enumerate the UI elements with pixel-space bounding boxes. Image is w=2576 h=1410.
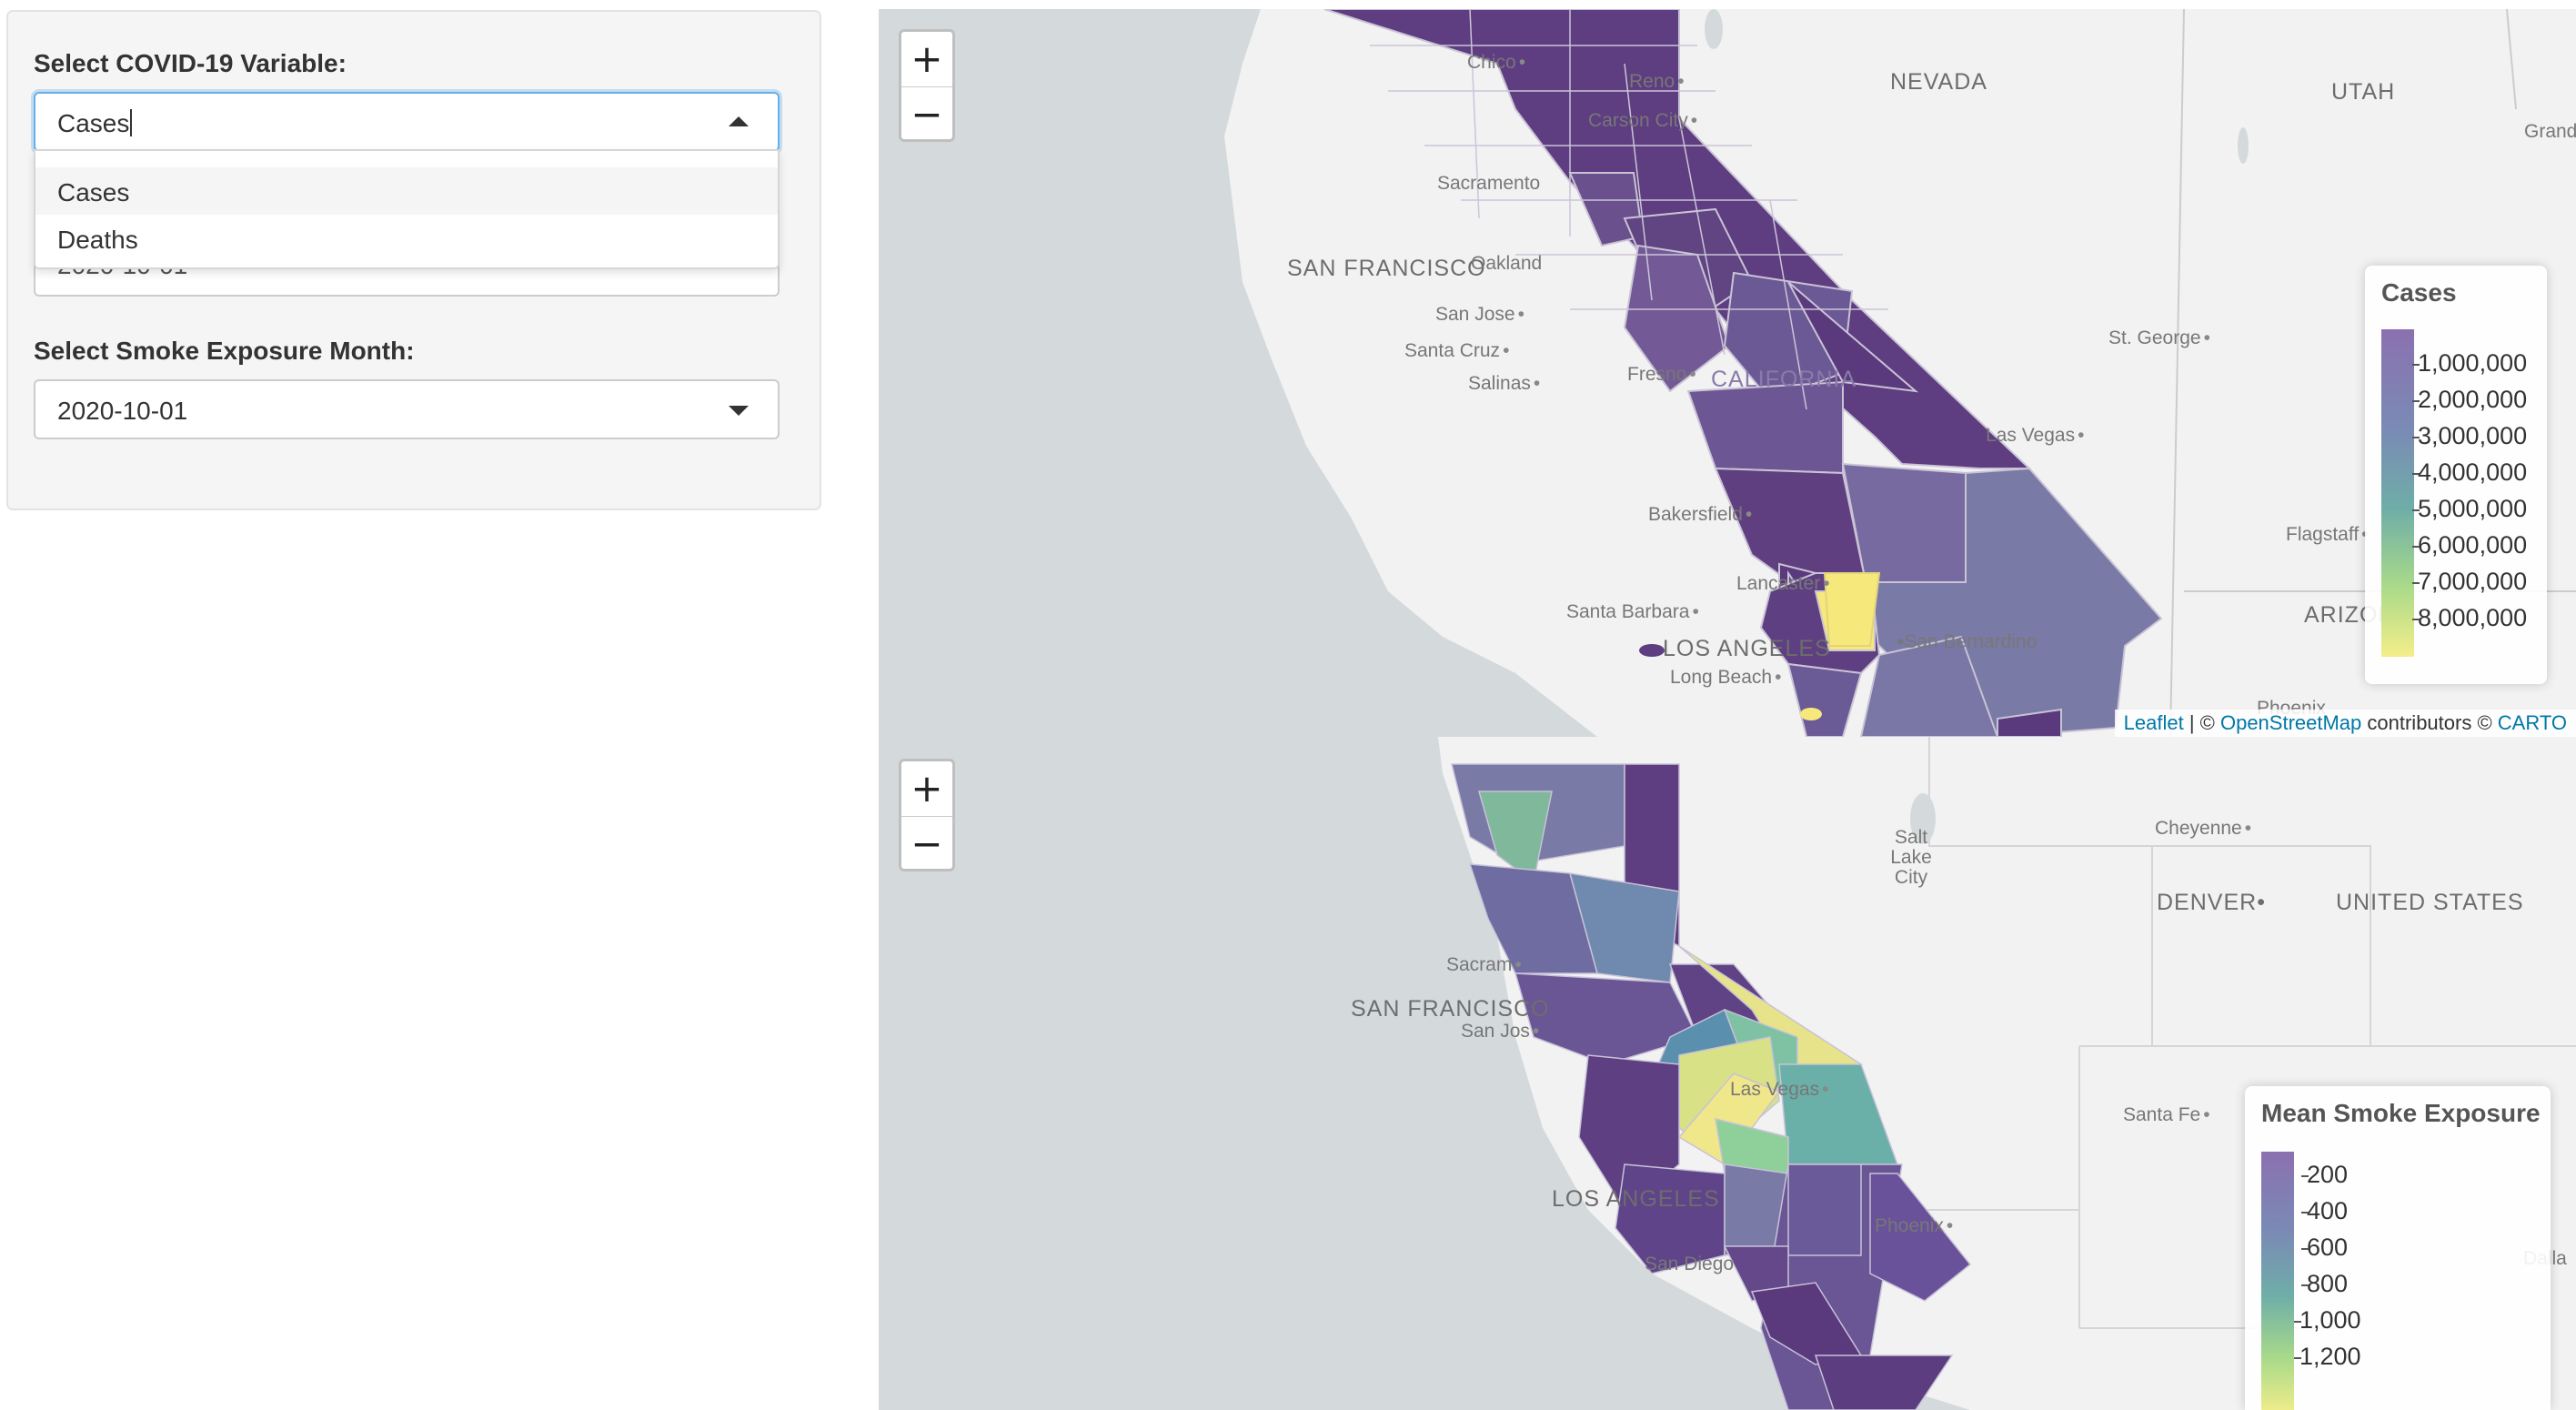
text-cursor (130, 109, 133, 136)
chevron-down-icon[interactable] (729, 406, 749, 416)
cases-legend-tick: 2,000,000 (2411, 386, 2528, 413)
label-grand-junction: Grand Jur (2524, 121, 2576, 142)
cases-color-ramp (2381, 329, 2414, 657)
label-flagstaff: Flagstaff (2286, 524, 2369, 546)
label-fresno: Fresno (1627, 364, 1696, 386)
carto-link[interactable]: CARTO (2498, 711, 2567, 734)
zoom-control-bottom: + − (899, 759, 955, 871)
label-lancaster: Lancaster (1736, 573, 1830, 595)
smoke-legend-tick: 1,200 (2294, 1343, 2361, 1370)
label-reno: Reno (1629, 71, 1685, 93)
smoke-legend-tick: 400 (2300, 1197, 2349, 1224)
smoke-month-label: Select Smoke Exposure Month: (34, 337, 415, 365)
label-las-vegas: Las Vegas (1986, 425, 2084, 447)
label-california: CALIFORNIA (1711, 367, 1857, 392)
smoke-legend: Mean Smoke Exposure 200 400 600 800 1,00… (2245, 1086, 2551, 1410)
label-sacramento: Sacramento (1437, 173, 1541, 194)
chevron-up-icon[interactable] (729, 116, 749, 126)
smoke-month-select[interactable]: 2020-10-01 (34, 379, 780, 439)
label-salinas: Salinas (1468, 373, 1540, 395)
label-san-diego: San Diego (1645, 1254, 1735, 1274)
smoke-legend-tick: 200 (2300, 1161, 2349, 1188)
covid-variable-dropdown: Cases Deaths (34, 149, 780, 269)
label-las-vegas-bottom: Las Vegas (1730, 1079, 1828, 1101)
label-nevada: NEVADA (1890, 69, 1987, 95)
covid-variable-label: Select COVID-19 Variable: (34, 49, 347, 77)
cases-legend-tick: 4,000,000 (2411, 458, 2528, 486)
label-united-states: UNITED STATES (2336, 890, 2524, 915)
label-san-bernardino: •San Bernardino (1897, 631, 2038, 652)
zoom-out-button[interactable]: − (901, 86, 952, 141)
label-san-jose: San Jose (1435, 304, 1524, 326)
smoke-legend-tick: 600 (2300, 1234, 2349, 1261)
label-carson-city: Carson City (1588, 110, 1697, 132)
label-oakland: Oakland (1471, 253, 1543, 274)
label-long-beach: Long Beach (1670, 667, 1781, 689)
label-san-francisco: SAN FRANCISCO (1287, 256, 1486, 281)
leaflet-link[interactable]: Leaflet (2124, 711, 2184, 734)
label-santa-fe: Santa Fe (2123, 1104, 2210, 1126)
cases-legend-tick: 8,000,000 (2411, 604, 2528, 631)
map-attribution: Leaflet | © OpenStreetMap contributors ©… (2114, 710, 2576, 737)
label-chico: Chico (1467, 52, 1525, 74)
label-st-george: St. George (2108, 327, 2210, 349)
cases-legend-title: Cases (2381, 278, 2457, 307)
label-phoenix: Phoenix (1875, 1215, 1953, 1237)
label-denver: DENVER• (2157, 890, 2266, 915)
label-santa-barbara: Santa Barbara (1566, 601, 1699, 623)
smoke-legend-title: Mean Smoke Exposure (2261, 1099, 2541, 1127)
label-santa-cruz: Santa Cruz (1404, 340, 1509, 362)
covid-variable-value: Cases (57, 109, 133, 138)
smoke-color-ramp (2261, 1152, 2294, 1410)
cases-legend-tick: 7,000,000 (2411, 568, 2528, 595)
cases-legend-tick: 5,000,000 (2411, 495, 2528, 522)
attribution-text: contributors © (2361, 711, 2498, 734)
label-los-angeles-bottom: LOS ANGELES (1552, 1186, 1720, 1212)
cases-legend: Cases 1,000,000 2,000,000 3,000,000 4,00… (2365, 266, 2547, 684)
label-los-angeles: LOS ANGELES (1663, 636, 1831, 661)
smoke-legend-tick: 1,000 (2294, 1306, 2361, 1334)
dropdown-option-cases[interactable]: Cases (35, 167, 778, 215)
smoke-exposure-map[interactable]: Salt Lake City Cheyenne DENVER• UNITED S… (879, 737, 2576, 1410)
zoom-in-button[interactable]: + (901, 761, 952, 815)
zoom-control-top: + − (899, 29, 955, 142)
label-san-francisco-bottom: SAN FRANCISCO (1351, 996, 1550, 1022)
attribution-separator: | © (2183, 711, 2220, 734)
covid-variable-select[interactable]: Cases (34, 92, 780, 152)
label-sacramento-bottom: Sacram (1446, 954, 1522, 976)
label-cheyenne: Cheyenne (2155, 818, 2251, 840)
label-bakersfield: Bakersfield (1648, 504, 1752, 526)
cases-legend-tick: 6,000,000 (2411, 531, 2528, 559)
cases-legend-tick: 1,000,000 (2411, 349, 2528, 377)
zoom-in-button[interactable]: + (901, 32, 952, 86)
smoke-month-value: 2020-10-01 (57, 397, 188, 425)
cases-legend-tick: 3,000,000 (2411, 422, 2528, 449)
dropdown-option-deaths[interactable]: Deaths (35, 215, 778, 262)
smoke-legend-tick: 800 (2300, 1270, 2349, 1297)
zoom-out-button[interactable]: − (901, 816, 952, 871)
label-utah: UTAH (2331, 79, 2396, 105)
label-san-jose-bottom: San Jos (1461, 1021, 1539, 1042)
openstreetmap-link[interactable]: OpenStreetMap (2220, 711, 2361, 734)
cases-map[interactable]: NEVADA UTAH ARIZONA CALIFORNIA SAN FRANC… (879, 9, 2576, 737)
label-salt-lake-city: Salt Lake City (1890, 827, 1932, 888)
